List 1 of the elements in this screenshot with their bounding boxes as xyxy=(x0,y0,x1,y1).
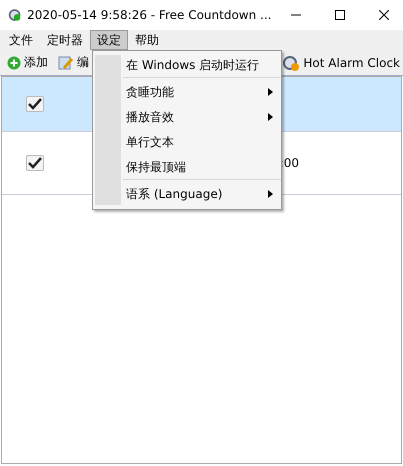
window-title: 2020-05-14 9:58:26 - Free Countdown ... xyxy=(27,8,272,22)
